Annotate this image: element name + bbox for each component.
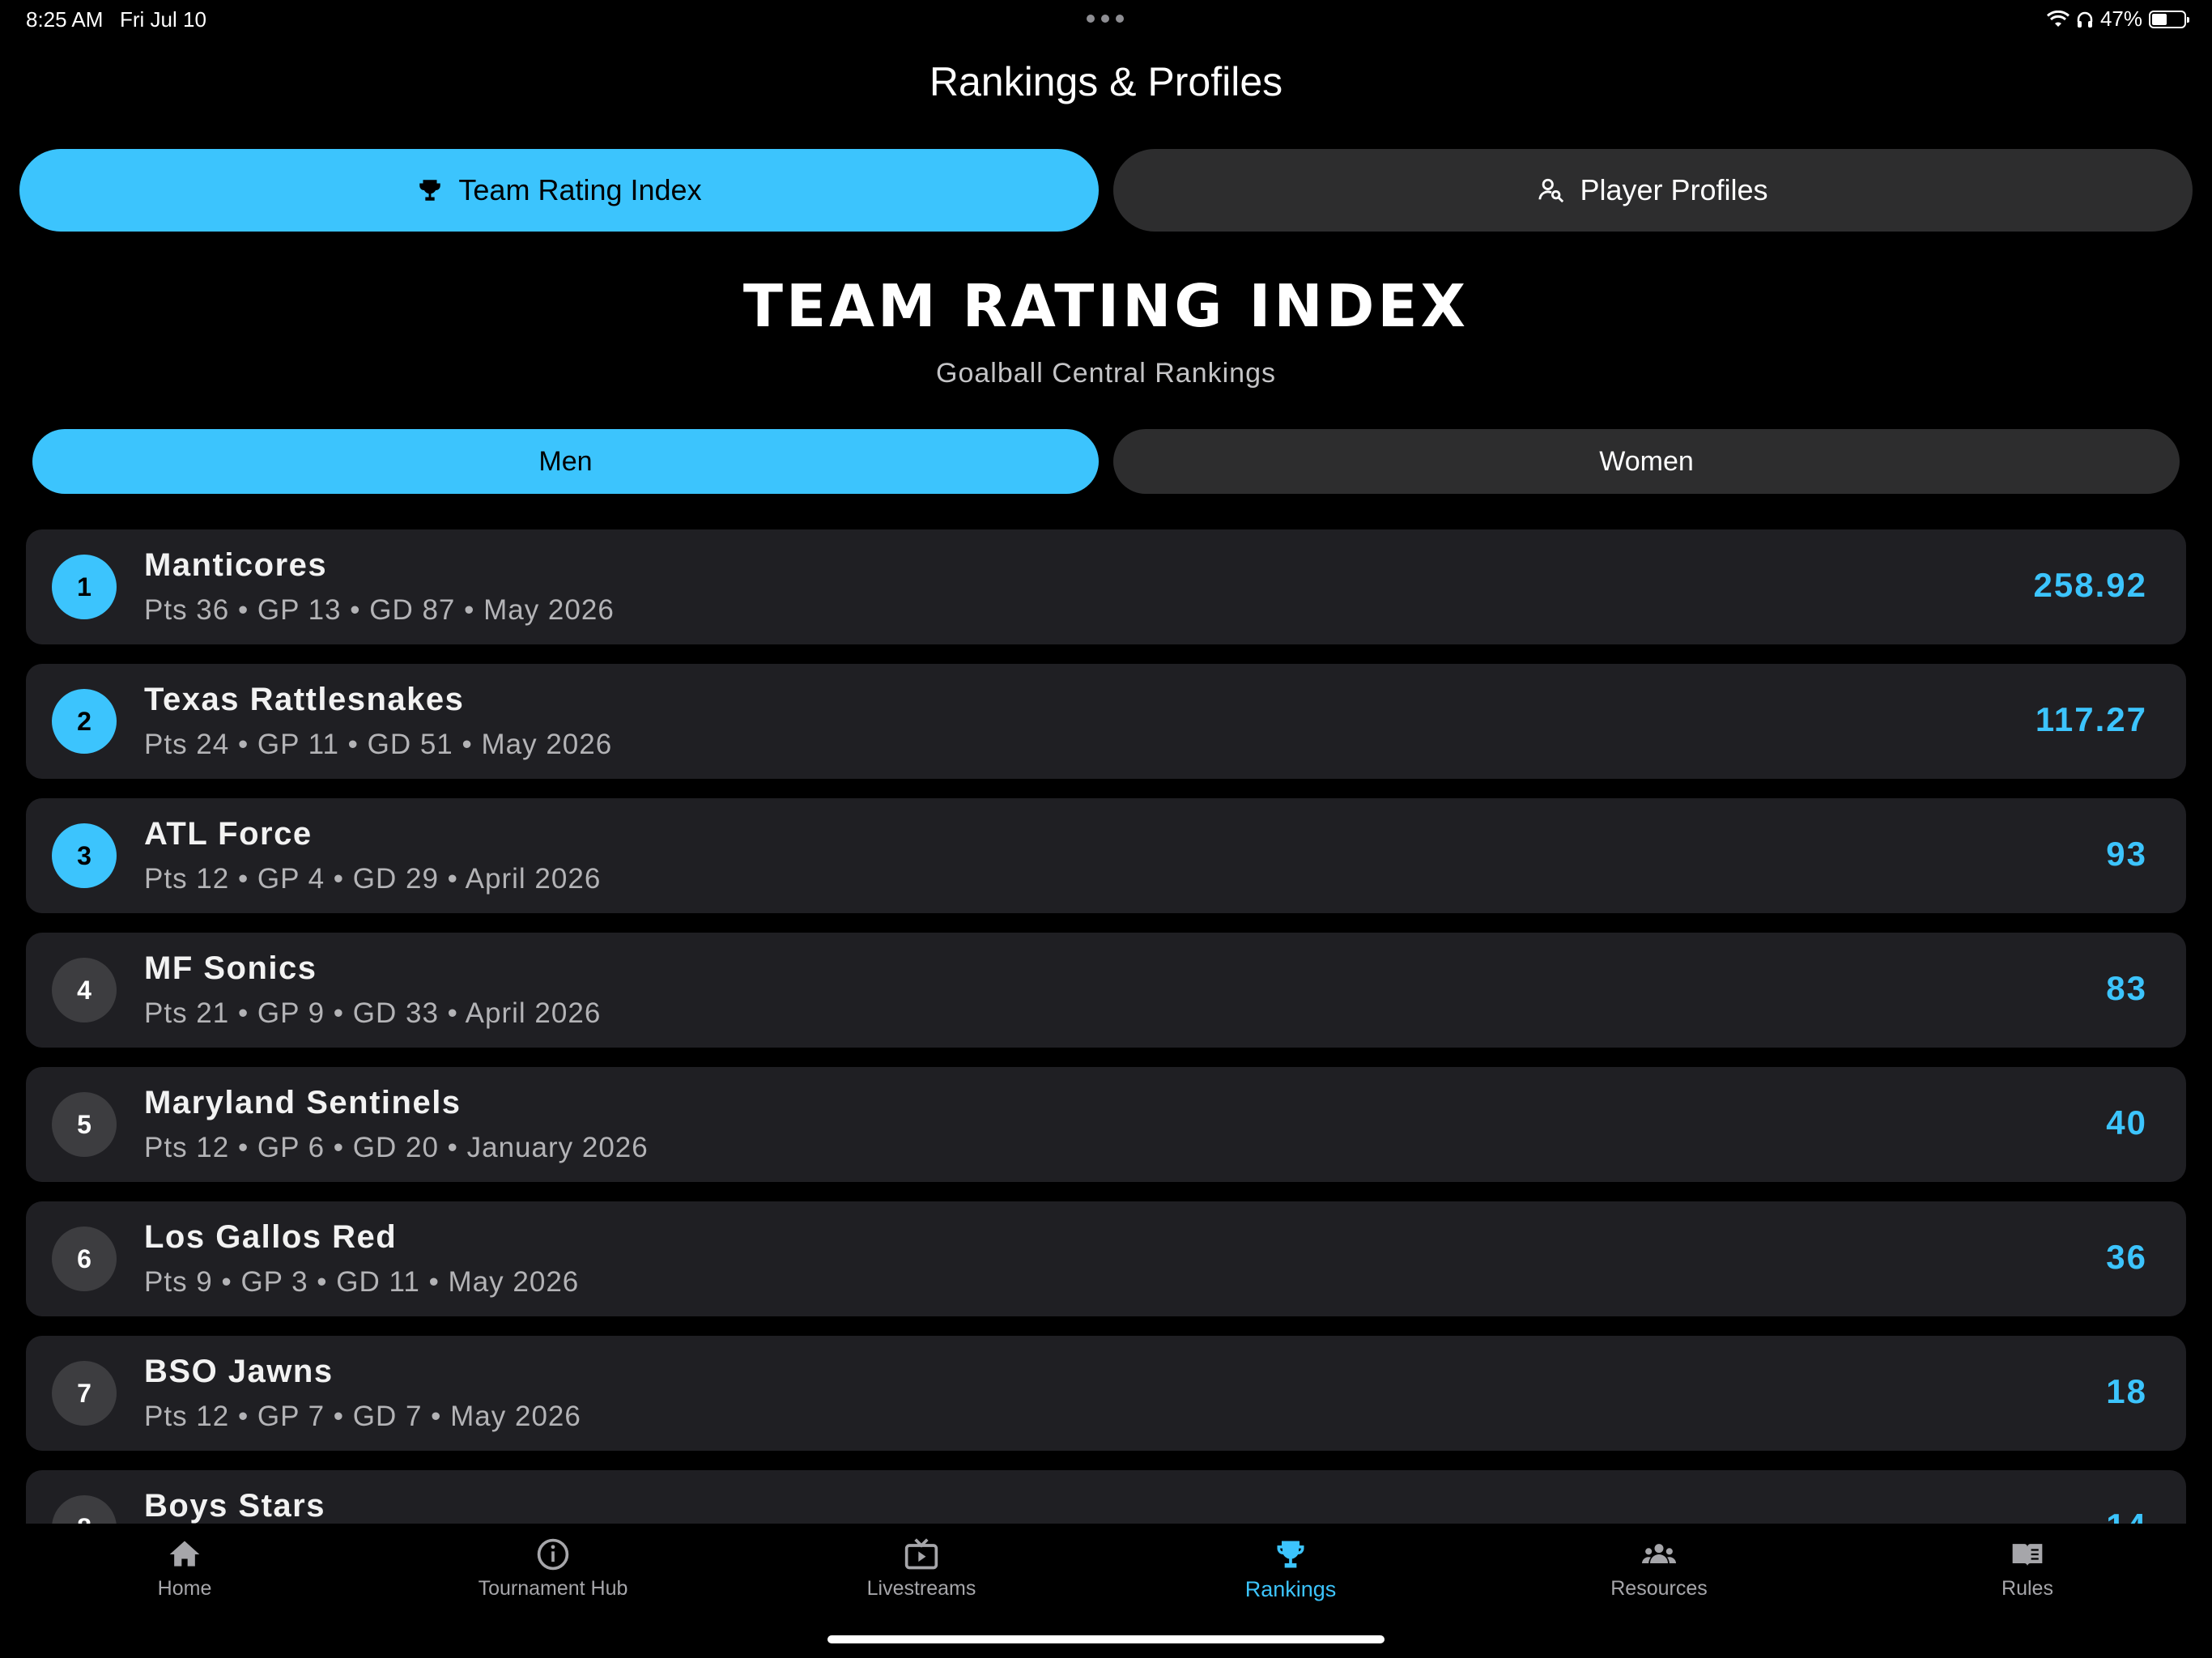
rank-badge: 7: [52, 1361, 117, 1426]
person-search-icon: [1538, 178, 1564, 203]
book-icon: [2012, 1544, 2043, 1567]
multitasking-dots-icon[interactable]: [1087, 15, 1124, 23]
home-indicator[interactable]: [827, 1635, 1385, 1643]
tab-player-profiles[interactable]: Player Profiles: [1113, 149, 2193, 232]
status-indicators: 47%: [2046, 6, 2189, 32]
rank-badge: 8: [52, 1495, 117, 1524]
tab-label: Home: [157, 1577, 212, 1600]
rank-badge: 5: [52, 1092, 117, 1157]
tab-women[interactable]: Women: [1113, 429, 2180, 494]
trophy-icon: [1277, 1541, 1304, 1568]
team-rating: 18: [2106, 1372, 2147, 1410]
team-rating: 40: [2106, 1103, 2147, 1141]
team-rating: 14: [2106, 1507, 2147, 1524]
tab-men[interactable]: Men: [32, 429, 1099, 494]
rank-badge: 2: [52, 689, 117, 754]
team-row[interactable]: 4 MF Sonics Pts 21 • GP 9 • GD 33 • Apri…: [26, 933, 2186, 1048]
status-date: Fri Jul 10: [120, 7, 206, 32]
team-rating: 258.92: [2033, 566, 2147, 604]
section-subtitle: Goalball Central Rankings: [936, 358, 1276, 389]
team-rating: 36: [2106, 1238, 2147, 1276]
team-name: Texas Rattlesnakes: [144, 682, 465, 717]
team-name: Manticores: [144, 547, 328, 583]
team-stats: Pts 9 • GP 3 • GD 11 • May 2026: [144, 1266, 580, 1298]
team-stats: Pts 12 • GP 7 • GD 7 • May 2026: [144, 1401, 581, 1432]
rank-badge: 6: [52, 1226, 117, 1291]
tab-label: Rules: [2001, 1577, 2053, 1600]
team-stats: Pts 36 • GP 13 • GD 87 • May 2026: [144, 594, 615, 626]
team-stats: Pts 12 • GP 4 • GD 29 • April 2026: [144, 863, 602, 895]
tab-resources[interactable]: Resources: [1538, 1537, 1780, 1601]
tab-team-rating-index[interactable]: Team Rating Index: [19, 149, 1099, 232]
home-icon: [169, 1541, 200, 1567]
team-name: BSO Jawns: [144, 1354, 334, 1389]
team-stats: Pts 21 • GP 9 • GD 33 • April 2026: [144, 997, 602, 1029]
team-row[interactable]: 2 Texas Rattlesnakes Pts 24 • GP 11 • GD…: [26, 664, 2186, 779]
team-row[interactable]: 6 Los Gallos Red Pts 9 • GP 3 • GD 11 • …: [26, 1201, 2186, 1316]
section-title: TEAM RATING INDEX: [742, 272, 1470, 340]
tab-label: Rankings: [1244, 1577, 1337, 1601]
page-title: Rankings & Profiles: [929, 59, 1283, 104]
tab-label: Team Rating Index: [458, 173, 702, 206]
battery-icon: [2149, 10, 2189, 28]
rank-badge: 3: [52, 823, 117, 888]
tab-label: Player Profiles: [1580, 173, 1768, 206]
team-stats: Pts 12 • GP 6 • GD 20 • January 2026: [144, 1132, 649, 1163]
team-rating: 93: [2106, 835, 2147, 873]
tab-label: Resources: [1610, 1577, 1708, 1600]
trophy-icon: [419, 180, 441, 201]
team-name: Los Gallos Red: [144, 1219, 398, 1255]
tv-play-icon: [904, 1538, 938, 1570]
tab-livestreams[interactable]: Livestreams: [800, 1537, 1043, 1601]
team-row[interactable]: 7 BSO Jawns Pts 12 • GP 7 • GD 7 • May 2…: [26, 1336, 2186, 1451]
view-switcher: Team Rating Index Player Profiles: [19, 149, 2193, 232]
team-name: Boys Stars: [144, 1488, 325, 1524]
tab-label: Tournament Hub: [478, 1577, 628, 1600]
wifi-icon: [2046, 10, 2069, 27]
tab-home[interactable]: Home: [63, 1537, 306, 1601]
team-name: ATL Force: [144, 816, 313, 852]
rank-badge: 4: [52, 958, 117, 1022]
tab-tournament-hub[interactable]: Tournament Hub: [432, 1537, 674, 1601]
team-row[interactable]: 8 Boys Stars 14: [26, 1470, 2186, 1524]
info-icon: [537, 1538, 569, 1571]
tab-label: Livestreams: [866, 1577, 976, 1600]
team-stats: Pts 24 • GP 11 • GD 51 • May 2026: [144, 729, 613, 760]
team-row[interactable]: 1 Manticores Pts 36 • GP 13 • GD 87 • Ma…: [26, 529, 2186, 644]
team-row[interactable]: 3 ATL Force Pts 12 • GP 4 • GD 29 • Apri…: [26, 798, 2186, 913]
group-icon: [1641, 1544, 1677, 1563]
rank-badge: 1: [52, 555, 117, 619]
team-rating: 117.27: [2035, 700, 2147, 738]
tab-rankings[interactable]: Rankings: [1169, 1537, 1412, 1602]
headphones-icon: [2077, 11, 2093, 28]
status-time: 8:25 AM: [26, 7, 104, 32]
rankings-list[interactable]: 1 Manticores Pts 36 • GP 13 • GD 87 • Ma…: [26, 529, 2186, 1524]
team-row[interactable]: 5 Maryland Sentinels Pts 12 • GP 6 • GD …: [26, 1067, 2186, 1182]
status-bar: 8:25 AM Fri Jul 10 47%: [0, 0, 2212, 37]
battery-percent: 47%: [2099, 6, 2142, 31]
team-name: Maryland Sentinels: [144, 1085, 462, 1120]
gender-switcher: Men Women: [32, 429, 2180, 494]
team-name: MF Sonics: [144, 950, 317, 986]
team-rating: 83: [2106, 969, 2147, 1007]
tab-rules[interactable]: Rules: [1906, 1537, 2149, 1601]
